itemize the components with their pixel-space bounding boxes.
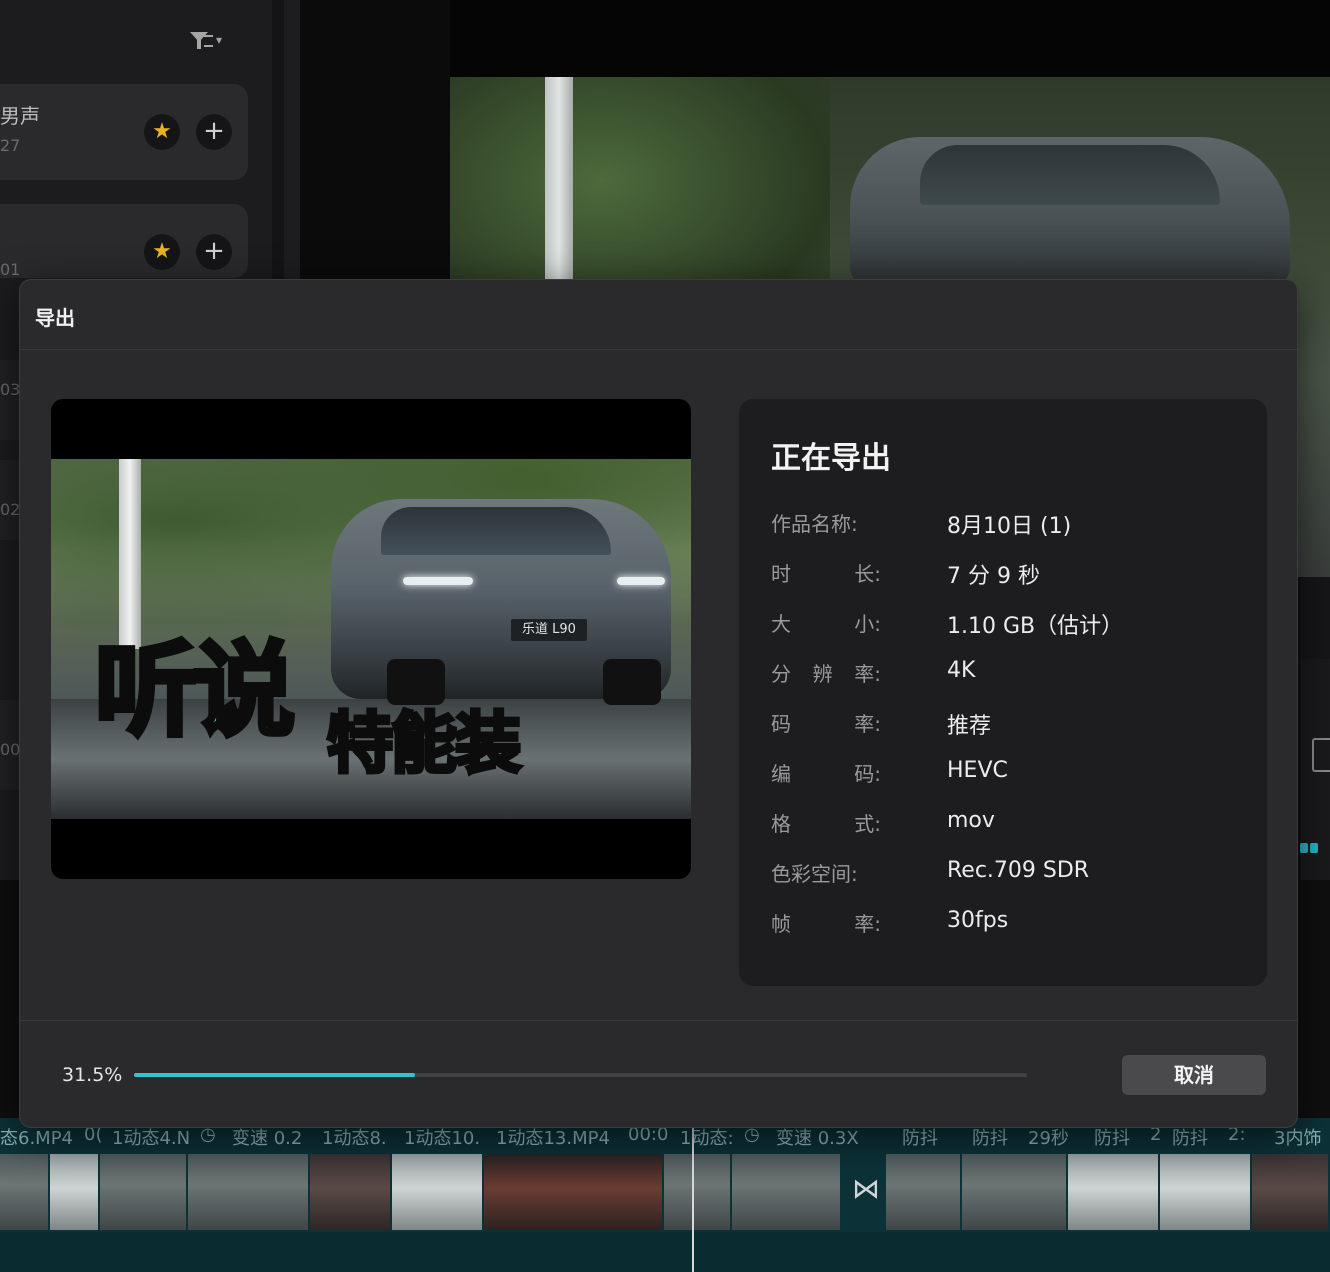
clip-thumbnail[interactable] xyxy=(188,1154,310,1230)
info-value: 30fps xyxy=(947,908,1009,933)
info-label: 作品名称: xyxy=(771,508,881,537)
info-label-part: 率: xyxy=(854,662,881,686)
info-label: 编 码: xyxy=(771,758,881,787)
info-label-part: 大 xyxy=(771,612,791,636)
info-label: 分辨率: xyxy=(771,658,881,687)
info-label: 码 率: xyxy=(771,708,881,737)
info-value: HEVC xyxy=(947,758,1008,783)
clip-thumbnail[interactable] xyxy=(392,1154,484,1230)
voice-card-title: 男声 xyxy=(0,104,40,128)
info-label-part: 率: xyxy=(854,912,881,936)
info-value: Rec.709 SDR xyxy=(947,858,1090,883)
clip-thumbnail[interactable] xyxy=(962,1154,1068,1230)
info-value: 推荐 xyxy=(947,714,992,739)
clip-thumbnail[interactable] xyxy=(0,1154,50,1230)
clip-thumbnail[interactable] xyxy=(886,1154,962,1230)
fullscreen-icon[interactable] xyxy=(1312,738,1330,772)
info-value: 1.10 GB（估计） xyxy=(947,614,1124,639)
overlay-subtitle: 特能装 xyxy=(325,705,523,782)
add-icon[interactable]: + xyxy=(196,234,232,270)
info-row: 时 长: 7 分 9 秒 xyxy=(771,558,1241,589)
info-label: 色彩空间: xyxy=(771,858,881,887)
progress-bar-fill xyxy=(134,1073,416,1077)
clip-thumbnail[interactable] xyxy=(664,1154,732,1230)
dialog-title: 导出 xyxy=(35,306,75,330)
player-header xyxy=(450,0,1330,77)
clip-thumbnail[interactable] xyxy=(50,1154,100,1230)
info-label-part: 式: xyxy=(854,812,881,836)
info-value: 4K xyxy=(947,658,976,683)
info-value: 7 分 9 秒 xyxy=(947,564,1040,589)
progress-percent: 31.5% xyxy=(62,1064,123,1086)
clip-thumbnail[interactable] xyxy=(100,1154,188,1230)
side-panel xyxy=(1300,577,1330,659)
overlay-title: 听说 xyxy=(93,632,298,751)
clip-thumbnail[interactable] xyxy=(732,1154,842,1230)
clip-thumbnail[interactable] xyxy=(484,1154,664,1230)
info-row: 作品名称: 8月10日 (1) xyxy=(771,508,1241,539)
filter-icon xyxy=(190,30,213,50)
license-plate: 乐道 L90 xyxy=(511,619,587,641)
star-icon[interactable]: ★ xyxy=(144,114,180,150)
info-value: 8月10日 (1) xyxy=(947,514,1072,539)
timeline-track[interactable]: 态6.MP4 0( 1动态4.N ◷ 变速 0.2 1动态8. 1动态10. 1… xyxy=(0,1118,1330,1272)
clip-thumbnail[interactable] xyxy=(1068,1154,1160,1230)
add-icon[interactable]: + xyxy=(196,114,232,150)
dialog-footer: 31.5% 取消 xyxy=(20,1020,1297,1128)
info-value: mov xyxy=(947,808,995,833)
info-label-part: 长: xyxy=(854,562,881,586)
chevron-down-icon: ▾ xyxy=(216,33,223,47)
info-label-part: 时 xyxy=(771,562,791,586)
info-label-part: 率: xyxy=(854,712,881,736)
voice-card[interactable]: 男声 27 ★ + xyxy=(0,84,248,180)
info-label-part: 辨 xyxy=(812,662,833,686)
playhead[interactable] xyxy=(692,1118,694,1272)
info-row: 大 小: 1.10 GB（估计） xyxy=(771,608,1241,639)
info-label-part: 色彩空间: xyxy=(771,862,858,886)
info-label: 帧 率: xyxy=(771,908,881,937)
cancel-button[interactable]: 取消 xyxy=(1122,1055,1266,1095)
star-icon[interactable]: ★ xyxy=(144,234,180,270)
dialog-header: 导出 xyxy=(20,280,1297,350)
info-row: 格 式: mov xyxy=(771,808,1241,838)
info-label-part: 帧 xyxy=(771,912,791,936)
info-label-part: 码: xyxy=(854,762,881,786)
info-row: 编 码: HEVC xyxy=(771,758,1241,788)
info-row: 码 率: 推荐 xyxy=(771,708,1241,739)
info-label-part: 码 xyxy=(771,712,791,736)
info-row: 色彩空间: Rec.709 SDR xyxy=(771,858,1241,888)
filter-button[interactable]: ▾ xyxy=(190,26,244,54)
info-row: 帧 率: 30fps xyxy=(771,908,1241,938)
preview-image: 乐道 L90 听说 特能装 xyxy=(51,459,691,819)
list-item-number: 00 xyxy=(0,740,21,759)
clip-thumbnail[interactable] xyxy=(310,1154,392,1230)
list-item-number: 03 xyxy=(0,380,21,399)
export-info-panel: 正在导出 作品名称: 8月10日 (1) 时 长: 7 分 9 秒大 小: 1.10 GB（… xyxy=(739,399,1267,986)
info-label-part: 小: xyxy=(854,612,881,636)
list-item-number: 02 xyxy=(0,500,21,519)
progress-bar xyxy=(134,1073,1027,1077)
export-preview: 乐道 L90 听说 特能装 xyxy=(51,399,691,879)
audio-track[interactable] xyxy=(0,1232,1330,1272)
info-label-part: 分 xyxy=(771,662,791,686)
info-label: 格 式: xyxy=(771,808,881,837)
voice-card[interactable]: 01 ★ + xyxy=(0,204,248,279)
voice-card-subtitle: 27 xyxy=(0,136,21,155)
clip-label-row: 态6.MP4 0( 1动态4.N ◷ 变速 0.2 1动态8. 1动态10. 1… xyxy=(0,1124,1330,1154)
info-label: 大 小: xyxy=(771,608,881,637)
list-item[interactable] xyxy=(0,360,20,440)
info-row: 分辨率: 4K xyxy=(771,658,1241,688)
export-dialog: 导出 乐道 L90 听说 特能装 正在导出 作品名称: 8月10日 (1) 时 长: 7… xyxy=(19,279,1298,1128)
info-label-part: 编 xyxy=(771,762,791,786)
info-label-part: 作品名称: xyxy=(771,512,858,536)
clip-thumbnails[interactable] xyxy=(0,1154,1330,1230)
info-label: 时 长: xyxy=(771,558,881,587)
export-status-heading: 正在导出 xyxy=(771,441,891,476)
clip-thumbnail[interactable] xyxy=(1252,1154,1330,1230)
clip-thumbnail[interactable] xyxy=(1160,1154,1252,1230)
info-label-part: 格 xyxy=(771,812,791,836)
voice-card-subtitle: 01 xyxy=(0,260,21,279)
transition-icon[interactable]: ⋈ xyxy=(848,1172,884,1206)
track-toggle-icon[interactable] xyxy=(1300,838,1330,853)
